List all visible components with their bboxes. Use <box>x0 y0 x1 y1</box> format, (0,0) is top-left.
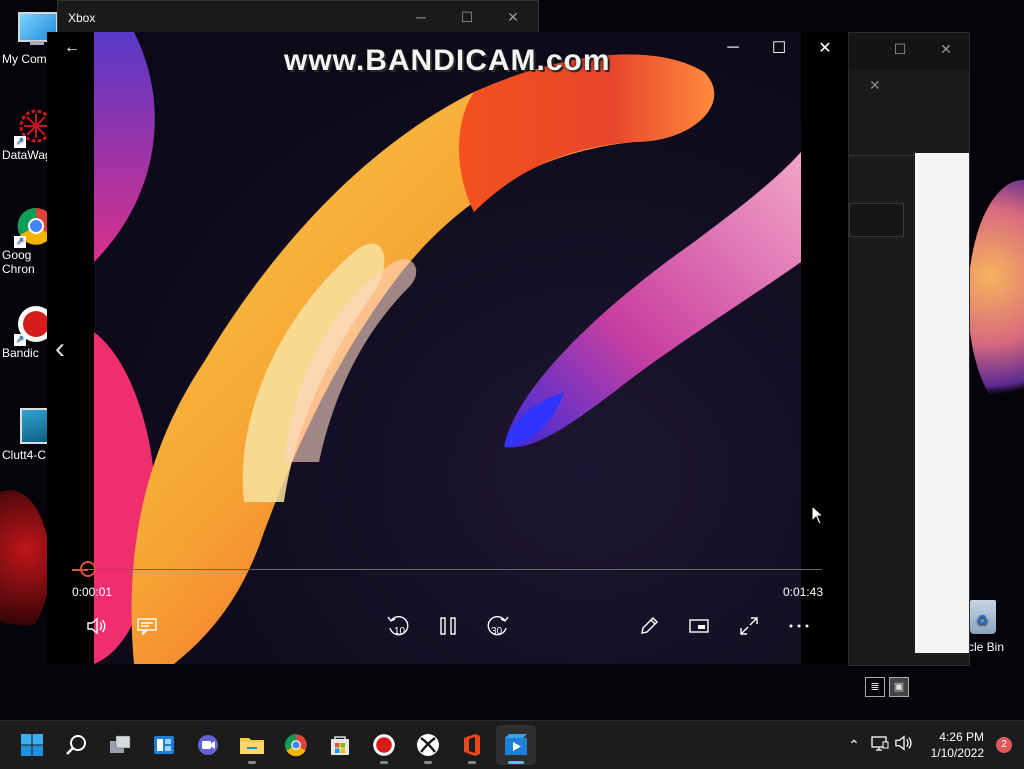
widgets-button[interactable] <box>144 725 184 765</box>
bandicam-taskbar-button[interactable] <box>364 725 404 765</box>
subtitles-icon[interactable] <box>129 610 165 642</box>
seek-bar-track[interactable] <box>72 569 822 570</box>
shortcut-arrow-icon: ↗ <box>14 136 26 148</box>
maximize-icon[interactable]: ☐ <box>756 32 802 64</box>
shortcut-arrow-icon: ↗ <box>14 236 26 248</box>
network-icon[interactable] <box>870 734 890 757</box>
back-arrow-icon[interactable]: ← <box>49 32 95 64</box>
total-duration: 0:01:43 <box>782 585 823 599</box>
xbox-taskbar-button[interactable] <box>408 725 448 765</box>
chrome-taskbar-button[interactable] <box>276 725 316 765</box>
running-indicator <box>380 761 388 764</box>
more-options-icon[interactable] <box>781 610 817 642</box>
close-icon[interactable]: ✕ <box>802 32 848 64</box>
bandicam-watermark: www.BANDICAM.com <box>284 44 611 77</box>
previous-chevron-icon[interactable]: ‹ <box>55 332 65 366</box>
task-view-button[interactable] <box>100 725 140 765</box>
close-icon[interactable]: ✕ <box>923 33 969 65</box>
maximize-icon[interactable]: ☐ <box>877 33 923 65</box>
teams-chat-button[interactable] <box>188 725 228 765</box>
window-title: Xbox <box>68 11 96 25</box>
fullscreen-icon[interactable] <box>731 610 767 642</box>
start-button[interactable] <box>12 725 52 765</box>
details-view-icon[interactable]: ≣ <box>865 677 885 697</box>
skip-forward-button[interactable]: 30 <box>480 610 516 642</box>
chat-icon <box>198 735 218 755</box>
recycle-bin-icon: ♻ <box>964 598 1004 638</box>
running-indicator <box>424 761 432 764</box>
minimize-icon[interactable]: ─ <box>398 1 444 33</box>
active-indicator <box>508 761 524 764</box>
text-field[interactable] <box>849 203 904 237</box>
media-player-window[interactable]: www.BANDICAM.com ← ─ ☐ ✕ ‹ 0:00:01 0:01:… <box>47 32 848 664</box>
minimize-icon[interactable]: ─ <box>710 32 756 64</box>
volume-tray-icon[interactable] <box>894 734 914 757</box>
edit-pencil-icon[interactable] <box>631 610 667 642</box>
background-window[interactable]: ☐ ✕ ✕ ≣ ▣ <box>848 32 970 697</box>
clock-time: 4:26 PM <box>939 730 984 744</box>
office-icon <box>464 734 480 756</box>
content-panel <box>915 153 969 653</box>
skip-back-label: 10 <box>394 626 406 637</box>
search-button[interactable] <box>56 725 96 765</box>
xbox-window[interactable]: Xbox ─ ☐ ✕ <box>57 0 539 36</box>
skip-back-button[interactable]: 10 <box>380 610 416 642</box>
mouse-pointer-icon <box>811 504 825 530</box>
window-content: ✕ ≣ ▣ <box>849 71 969 697</box>
clock[interactable]: 4:26 PM 1/10/2022 <box>931 729 984 761</box>
large-icons-view-icon[interactable]: ▣ <box>889 677 909 697</box>
close-icon[interactable]: ✕ <box>490 1 536 33</box>
windows-logo-icon <box>21 734 43 756</box>
widgets-icon <box>154 736 174 754</box>
taskbar: ⌃ 4:26 PM 1/10/2022 2 <box>0 720 1024 769</box>
clock-date: 1/10/2022 <box>930 746 984 760</box>
xbox-icon <box>417 734 439 756</box>
shortcut-arrow-icon: ↗ <box>14 334 26 346</box>
show-hidden-icons-chevron-icon[interactable]: ⌃ <box>844 737 864 754</box>
folder-icon <box>240 738 264 754</box>
running-indicator <box>468 761 476 764</box>
volume-icon[interactable] <box>79 610 115 642</box>
running-indicator <box>248 761 256 764</box>
movies-tv-taskbar-button[interactable] <box>496 725 536 765</box>
current-time: 0:00:01 <box>72 585 113 599</box>
system-tray: ⌃ <box>844 721 914 769</box>
pause-button[interactable] <box>430 610 466 642</box>
mini-view-icon[interactable] <box>681 610 717 642</box>
search-icon <box>66 735 86 755</box>
seek-bar-thumb[interactable] <box>80 561 96 577</box>
movies-tv-icon <box>505 734 527 755</box>
file-explorer-button[interactable] <box>232 725 272 765</box>
task-view-icon <box>110 735 131 753</box>
notification-badge[interactable]: 2 <box>996 737 1012 753</box>
office-taskbar-button[interactable] <box>452 725 492 765</box>
maximize-icon[interactable]: ☐ <box>444 1 490 33</box>
close-icon[interactable]: ✕ <box>869 77 881 94</box>
microsoft-store-button[interactable] <box>320 725 360 765</box>
skip-forward-label: 30 <box>491 626 503 637</box>
chrome-icon <box>284 734 307 757</box>
record-icon <box>373 734 395 756</box>
store-icon <box>331 736 349 755</box>
